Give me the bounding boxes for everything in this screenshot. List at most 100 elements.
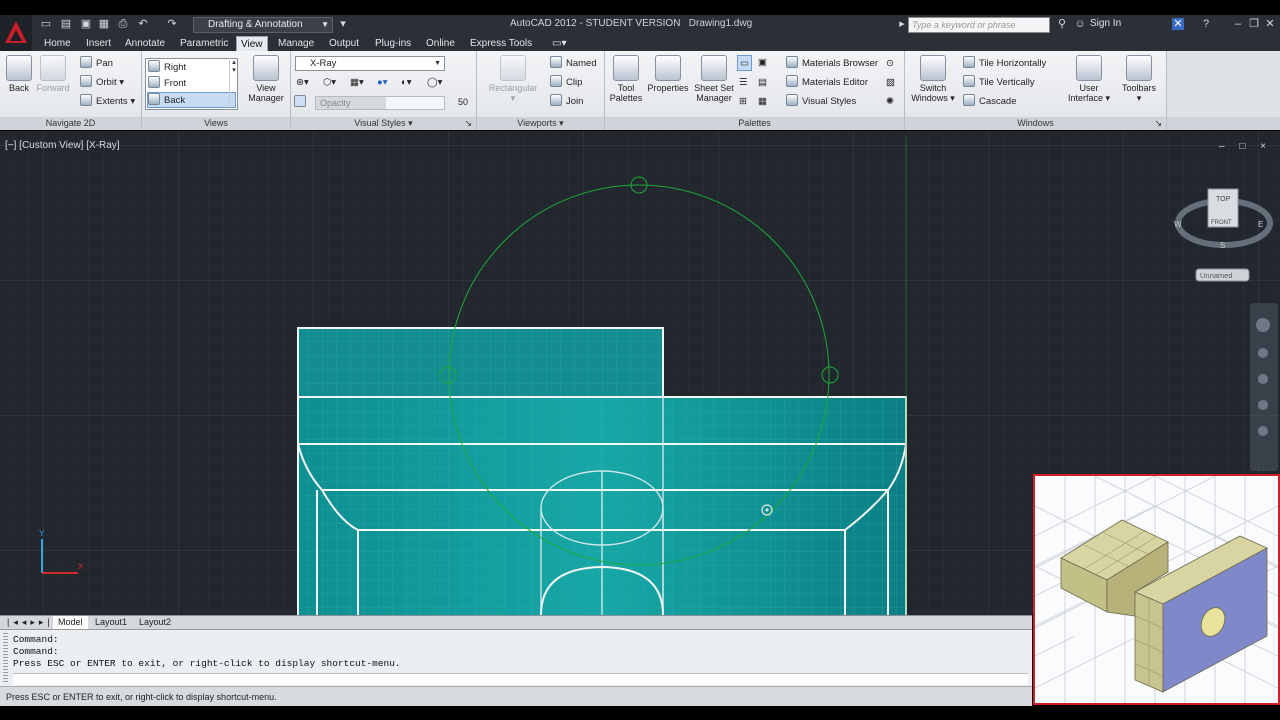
- compass-e[interactable]: E: [1258, 220, 1263, 229]
- tab-view[interactable]: View: [236, 36, 268, 51]
- materials-editor-button[interactable]: Materials Editor: [786, 75, 868, 91]
- view-front-label: Front: [164, 78, 187, 89]
- clip-button[interactable]: Clip: [550, 75, 582, 91]
- pan-button[interactable]: Pan: [80, 56, 113, 72]
- tab-parametric[interactable]: Parametric: [176, 36, 232, 51]
- compass-s[interactable]: S: [1220, 241, 1225, 250]
- sign-in-link[interactable]: Sign In: [1090, 18, 1121, 29]
- orbit-button[interactable]: Orbit ▾: [80, 75, 124, 91]
- minimize-icon[interactable]: –: [1232, 18, 1244, 30]
- user-interface-button[interactable]: User Interface ▾: [1067, 55, 1111, 104]
- tab-layout2[interactable]: Layout2: [134, 616, 176, 629]
- ribbon-options-icon[interactable]: ▭▾: [548, 36, 570, 51]
- tab-manage[interactable]: Manage: [274, 36, 318, 51]
- opacity-slider[interactable]: Opacity: [315, 96, 445, 110]
- tab-plugins[interactable]: Plug-ins: [371, 36, 415, 51]
- exchange-icon[interactable]: ✕: [1172, 18, 1184, 30]
- binoculars-icon[interactable]: ⚲: [1056, 18, 1068, 30]
- workspace-select[interactable]: Drafting & Annotation ▼: [193, 17, 333, 33]
- restore-icon[interactable]: ❐: [1248, 18, 1260, 30]
- navigation-bar[interactable]: [1250, 303, 1278, 471]
- user-interface-icon: [1076, 55, 1102, 81]
- view-back[interactable]: Back: [147, 92, 236, 108]
- forward-button[interactable]: Forward: [34, 55, 72, 93]
- opacity-toggle-icon[interactable]: [294, 95, 310, 111]
- help-icon[interactable]: ?: [1200, 18, 1212, 30]
- tab-model[interactable]: Model: [53, 616, 88, 629]
- calculator-icon[interactable]: ▤: [758, 75, 767, 91]
- tab-express-tools[interactable]: Express Tools: [466, 36, 536, 51]
- tool-palettes-button[interactable]: Tool Palettes: [608, 55, 644, 103]
- view-front[interactable]: Front: [148, 76, 186, 92]
- cascade-button[interactable]: Cascade: [963, 94, 1017, 110]
- user-icon[interactable]: ☺: [1074, 18, 1086, 30]
- visual-styles-manager-button[interactable]: Visual Styles: [786, 94, 856, 110]
- named-button[interactable]: Named: [550, 56, 597, 72]
- view-right[interactable]: Right: [148, 60, 186, 76]
- shadows-icon[interactable]: ▦▾: [350, 75, 364, 91]
- views-scrollbar[interactable]: ▴ ▾: [229, 58, 238, 110]
- exposure-icon[interactable]: ◐▾: [401, 75, 412, 91]
- close-icon[interactable]: ✕: [1264, 18, 1276, 30]
- panel-windows: Switch Windows ▾ Tile Horizontally Tile V…: [905, 51, 1167, 130]
- sheet-set-manager-button[interactable]: Sheet Set Manager: [692, 55, 736, 103]
- viewport-window-controls[interactable]: – □ ×: [1219, 141, 1272, 152]
- properties-button[interactable]: Properties: [646, 55, 690, 93]
- rectangular-button[interactable]: Rectangular ▾: [485, 55, 541, 104]
- compass-w[interactable]: W: [1174, 220, 1182, 229]
- qat-menu-icon[interactable]: ▾: [337, 18, 349, 30]
- lighting-icon[interactable]: ●▾: [377, 75, 388, 91]
- save-icon[interactable]: ▣: [80, 18, 92, 30]
- lights-icon[interactable]: ⊙: [886, 56, 894, 72]
- layout-nav-arrows-icon[interactable]: |◂◂▸▸|: [2, 616, 59, 629]
- switch-windows-button[interactable]: Switch Windows ▾: [911, 55, 955, 104]
- nav-pan-icon[interactable]: [1258, 348, 1268, 358]
- undo-icon[interactable]: ↶: [137, 18, 149, 30]
- markup-icon[interactable]: ☰: [739, 75, 748, 91]
- layer-states-icon[interactable]: ▦: [758, 94, 767, 110]
- view-manager-button[interactable]: View Manager: [244, 55, 288, 103]
- command-input[interactable]: [13, 673, 1028, 685]
- command-window-grip[interactable]: [3, 633, 8, 683]
- search-expand-icon[interactable]: ▸: [896, 18, 908, 30]
- search-input[interactable]: Type a keyword or phrase: [908, 17, 1050, 33]
- panel-launcher-icon[interactable]: ↘: [1154, 117, 1162, 130]
- visual-style-select[interactable]: X-Ray ▼: [295, 56, 445, 71]
- nav-zoom-icon[interactable]: [1258, 374, 1268, 384]
- tab-home[interactable]: Home: [40, 36, 75, 51]
- plot-icon[interactable]: ⎙: [117, 18, 129, 30]
- application-menu-button[interactable]: [0, 15, 32, 51]
- back-button[interactable]: Back: [4, 55, 34, 93]
- panel-launcher-icon[interactable]: ↘: [464, 117, 472, 130]
- viewcube-front-label[interactable]: FRONT: [1211, 220, 1232, 226]
- viewcube-top-label[interactable]: TOP: [1216, 196, 1231, 203]
- dbconnect-icon[interactable]: ⊞: [739, 94, 747, 110]
- tile-vertically-button[interactable]: Tile Vertically: [963, 75, 1035, 91]
- tab-annotate[interactable]: Annotate: [121, 36, 169, 51]
- materials-browser-button[interactable]: Materials Browser: [786, 56, 878, 72]
- redo-icon[interactable]: ↷: [166, 18, 178, 30]
- command-line-toggle-icon[interactable]: ▭: [737, 55, 752, 71]
- open-file-icon[interactable]: ▤: [60, 18, 72, 30]
- save-as-icon[interactable]: ▦: [98, 18, 110, 30]
- tab-output[interactable]: Output: [325, 36, 363, 51]
- steering-wheel-icon[interactable]: [1256, 318, 1270, 332]
- sun-icon[interactable]: ✺: [886, 94, 894, 110]
- toolbars-button[interactable]: Toolbars ▾: [1117, 55, 1161, 104]
- edge-effects-icon[interactable]: ⊛▾: [296, 75, 309, 91]
- showmotion-icon[interactable]: [1258, 426, 1268, 436]
- face-style-icon[interactable]: ⬡▾: [323, 75, 336, 91]
- nav-orbit-icon[interactable]: [1258, 400, 1268, 410]
- tab-insert[interactable]: Insert: [82, 36, 115, 51]
- design-center-icon[interactable]: ▣: [758, 55, 767, 71]
- tile-horizontally-button[interactable]: Tile Horizontally: [963, 56, 1046, 72]
- tab-layout1[interactable]: Layout1: [90, 616, 132, 629]
- new-file-icon[interactable]: ▭: [40, 18, 52, 30]
- tab-online[interactable]: Online: [422, 36, 459, 51]
- environment-icon[interactable]: ◯▾: [427, 75, 442, 91]
- viewport-controls-label[interactable]: [−] [Custom View] [X-Ray]: [5, 140, 120, 151]
- join-button[interactable]: Join: [550, 94, 583, 110]
- render-icon[interactable]: ▧: [886, 75, 895, 91]
- extents-button[interactable]: Extents ▾: [80, 94, 135, 110]
- toolbars-label: Toolbars: [1121, 83, 1157, 93]
